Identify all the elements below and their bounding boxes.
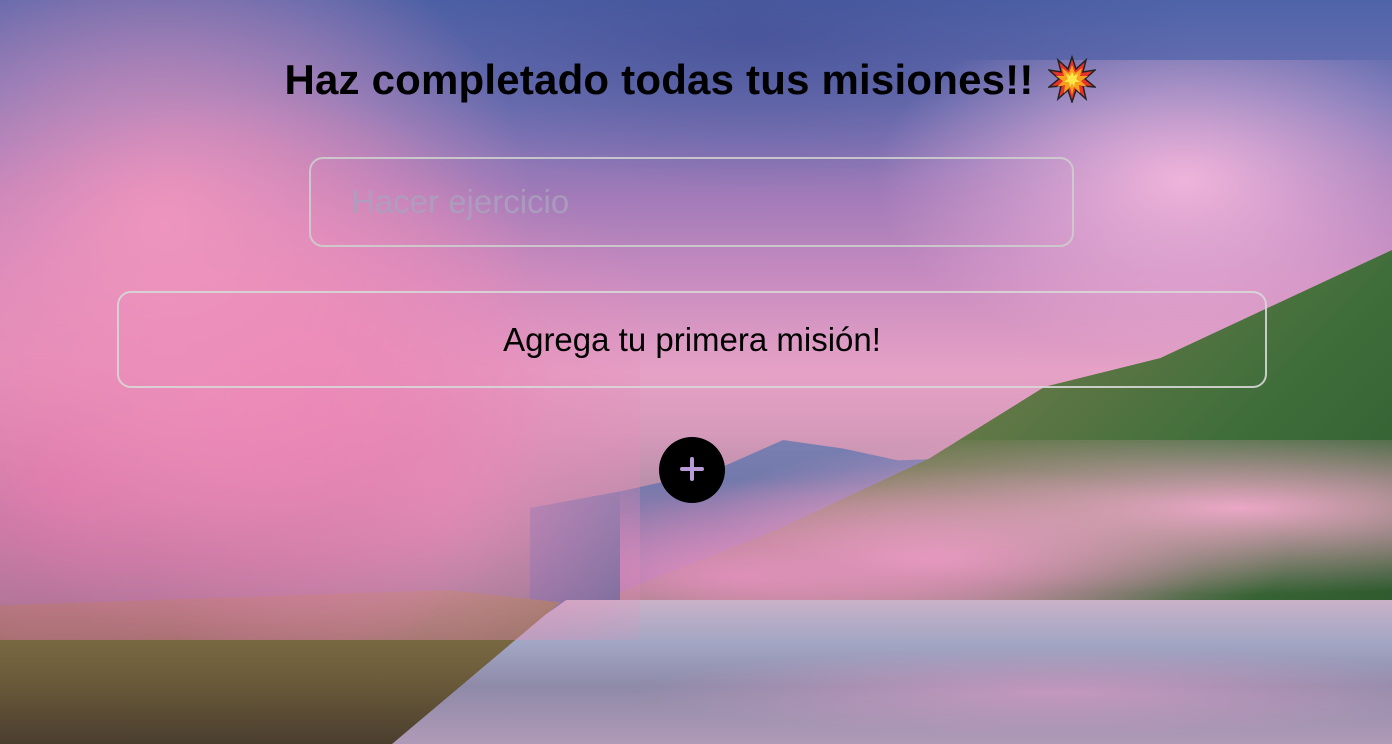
empty-mission-message: Agrega tu primera misión! (503, 320, 881, 358)
plus-icon (677, 454, 707, 487)
title-text: Haz completado todas tus misiones!! (284, 56, 1034, 103)
mission-input[interactable] (309, 157, 1074, 247)
empty-mission-card: Agrega tu primera misión! (117, 291, 1267, 388)
background-landscape: Haz completado todas tus misiones!! Agre… (0, 0, 1392, 744)
explosion-icon (1046, 54, 1097, 105)
app-content: Haz completado todas tus misiones!! Agre… (0, 0, 1392, 744)
page-title: Haz completado todas tus misiones!! (0, 54, 1380, 107)
add-mission-button[interactable] (659, 437, 725, 503)
